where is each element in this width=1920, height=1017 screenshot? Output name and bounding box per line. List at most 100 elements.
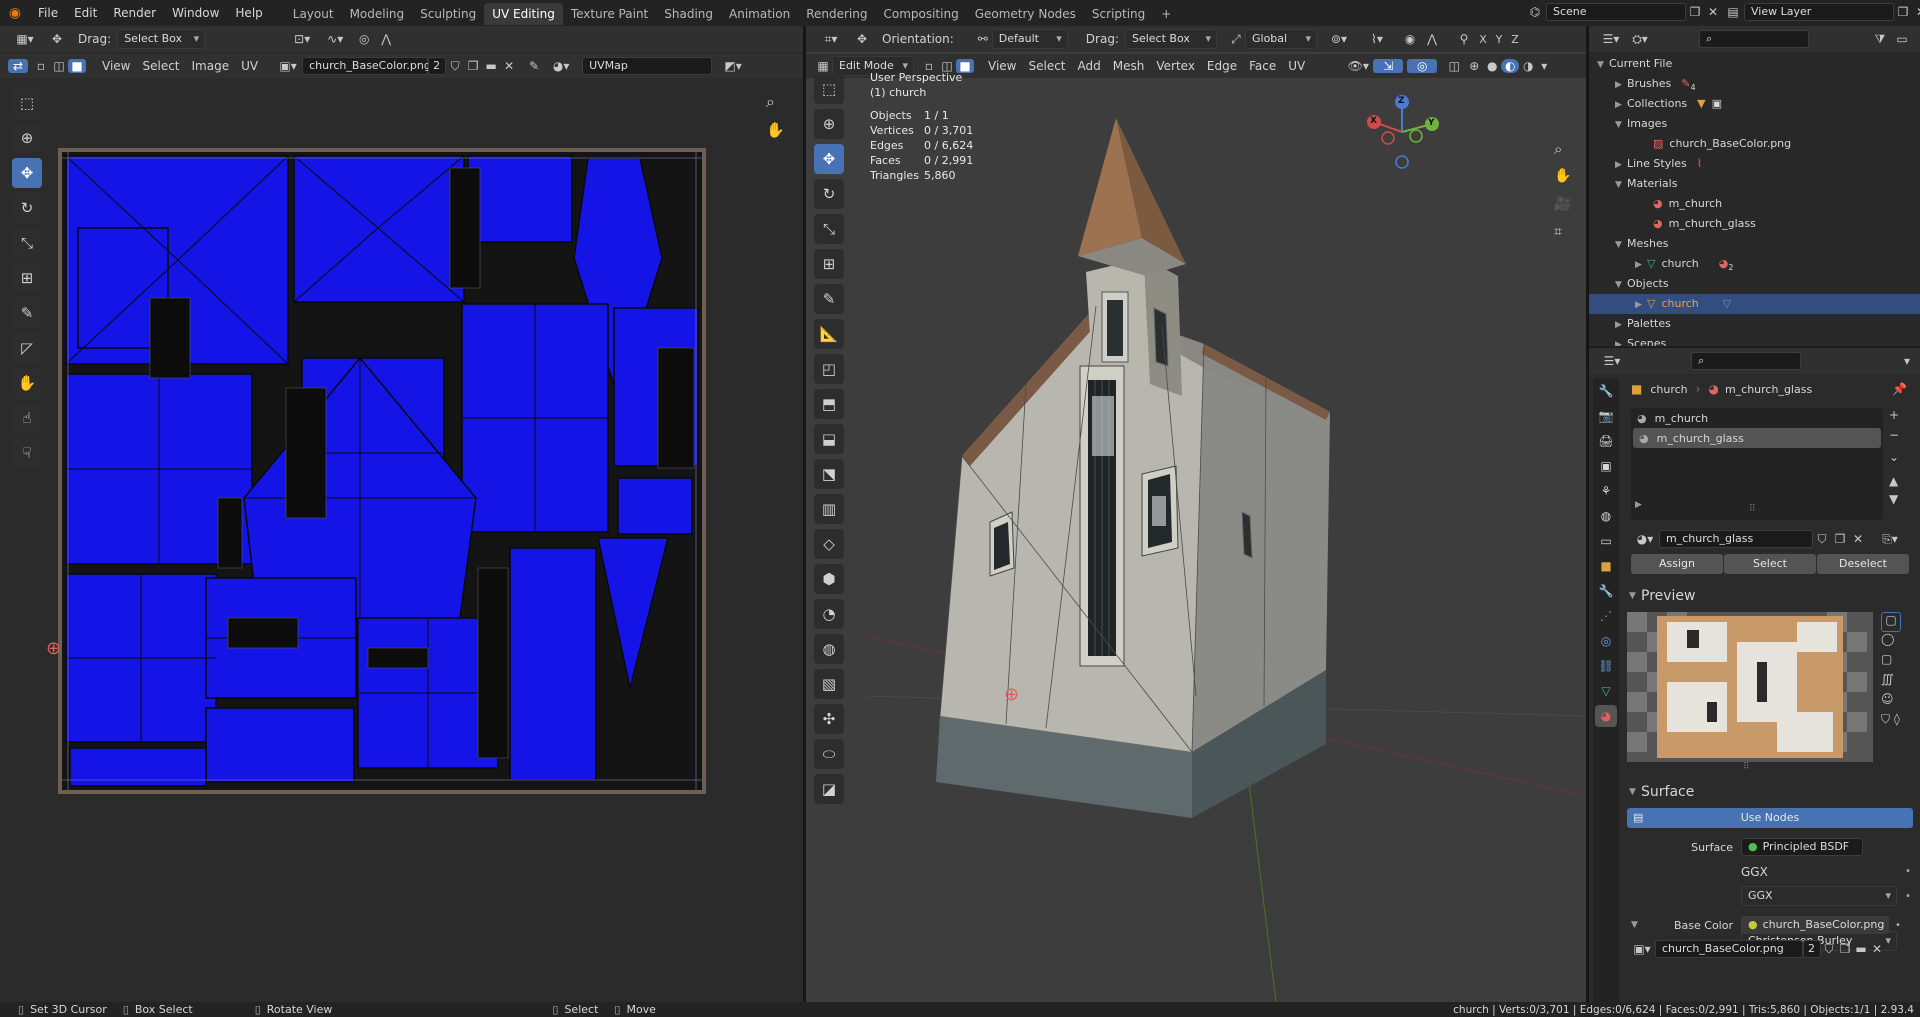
- outliner-row-brushes[interactable]: ▶ Brushes ✎4: [1589, 74, 1920, 94]
- render-tab-icon[interactable]: 📷: [1595, 405, 1617, 427]
- view-layer-icon[interactable]: ▤: [1722, 5, 1744, 19]
- preview-cube-icon[interactable]: ▢: [1881, 652, 1892, 672]
- outliner-search-input[interactable]: ⌕: [1699, 30, 1809, 48]
- texture-browse-icon[interactable]: ▣▾: [1629, 942, 1655, 956]
- tab-geometry-nodes[interactable]: Geometry Nodes: [967, 3, 1084, 25]
- vp-shear-tool[interactable]: ⬭: [814, 739, 844, 769]
- remove-slot-icon[interactable]: −: [1889, 428, 1899, 450]
- texture-open-icon[interactable]: ▬: [1853, 942, 1869, 956]
- texture-unlink-icon[interactable]: ✕: [1869, 942, 1885, 956]
- base-color-field[interactable]: ● church_BaseColor.png: [1741, 916, 1889, 934]
- vp-annotate-tool[interactable]: ✎: [814, 284, 844, 314]
- outliner-row-objects[interactable]: ▼ Objects: [1589, 274, 1920, 294]
- new-scene-icon[interactable]: ❐: [1686, 5, 1704, 19]
- viewport-menu-select[interactable]: Select: [1022, 56, 1071, 76]
- display-mode-icon[interactable]: ⛭▾: [1625, 32, 1655, 47]
- modifier-tab-icon[interactable]: 🔧: [1595, 580, 1617, 602]
- shading-solid-icon[interactable]: ●: [1483, 59, 1501, 73]
- outliner-row-collections[interactable]: ▶ Collections ▼ ▣: [1589, 94, 1920, 114]
- vp-select-box-tool[interactable]: ⬚: [814, 74, 844, 104]
- mirror-z-toggle[interactable]: Z: [1507, 33, 1523, 46]
- material-fake-user-icon[interactable]: ⛉: [1813, 532, 1831, 547]
- outliner-row-mesh-church[interactable]: ▶ ▽ church ◕2: [1589, 254, 1920, 274]
- pin-icon[interactable]: ✎: [522, 59, 546, 73]
- preview-fluid-icon[interactable]: ◊: [1894, 712, 1900, 732]
- use-nodes-button[interactable]: ▤ Use Nodes: [1627, 808, 1913, 828]
- preview-sphere-icon[interactable]: ◯: [1881, 632, 1894, 652]
- annotate-tool[interactable]: ✎: [12, 298, 42, 328]
- scene-tab-icon[interactable]: ⚘: [1595, 480, 1617, 502]
- vp-scale-tool[interactable]: ⤡: [814, 214, 844, 244]
- viewport-transform-icon[interactable]: ✥: [848, 32, 876, 46]
- vp-bevel-tool[interactable]: ⬔: [814, 459, 844, 489]
- vp-smooth-tool[interactable]: ◍: [814, 634, 844, 664]
- vp-inset-tool[interactable]: ⬓: [814, 424, 844, 454]
- material-slot-glass[interactable]: ◕ m_church_glass: [1633, 428, 1881, 448]
- outliner-row-images[interactable]: ▼ Images: [1589, 114, 1920, 134]
- menu-edit[interactable]: Edit: [66, 0, 105, 26]
- vp-rotate-tool[interactable]: ↻: [814, 179, 844, 209]
- texture-fake-user-icon[interactable]: ⛉: [1821, 942, 1837, 957]
- visibility-icon[interactable]: 👁▾: [1343, 59, 1373, 73]
- viewport-menu-view[interactable]: View: [982, 56, 1022, 76]
- deselect-button[interactable]: Deselect: [1817, 554, 1909, 574]
- church-mesh[interactable]: [866, 76, 1586, 1002]
- menu-help[interactable]: Help: [227, 0, 270, 26]
- outliner-row-palettes[interactable]: ▶ Palettes: [1589, 314, 1920, 334]
- display-channels-icon[interactable]: ◩▾: [718, 59, 748, 73]
- pivot-point-icon[interactable]: ⊚▾: [1323, 32, 1355, 46]
- outliner-row-meshes[interactable]: ▼ Meshes: [1589, 234, 1920, 254]
- outliner-row-material-glass[interactable]: ◕ m_church_glass: [1589, 214, 1920, 234]
- uv-overlay-icon[interactable]: ◕▾: [546, 59, 576, 73]
- base-color-collapse-icon[interactable]: ▼: [1631, 920, 1643, 930]
- uv-map-canvas[interactable]: [58, 148, 706, 794]
- add-slot-icon[interactable]: +: [1889, 408, 1899, 428]
- viewport-drag-dropdown[interactable]: Select Box: [1124, 29, 1217, 49]
- output-tab-icon[interactable]: 🖨: [1595, 430, 1617, 452]
- texture-users-count[interactable]: 2: [1803, 940, 1821, 958]
- xray-icon[interactable]: ◫: [1443, 59, 1465, 73]
- 3d-cursor-icon[interactable]: ⊕: [1004, 684, 1019, 705]
- viewport-menu-edge[interactable]: Edge: [1201, 56, 1243, 76]
- vp-edge-slide-tool[interactable]: ▧: [814, 669, 844, 699]
- view-layer-field[interactable]: View Layer: [1744, 3, 1894, 21]
- surface-shader-field[interactable]: ● Principled BSDF: [1741, 838, 1863, 856]
- pan-hand-icon[interactable]: ✋: [766, 121, 785, 139]
- menu-render[interactable]: Render: [105, 0, 164, 26]
- tab-texture-paint[interactable]: Texture Paint: [563, 3, 656, 25]
- delete-scene-icon[interactable]: ✕: [1704, 5, 1722, 19]
- uv-2d-cursor-icon[interactable]: ⊕: [46, 638, 61, 659]
- unlink-image-icon[interactable]: ✕: [500, 59, 518, 73]
- editor-type-icon[interactable]: ▦▾: [8, 32, 42, 46]
- viewport-menu-mesh[interactable]: Mesh: [1107, 56, 1151, 76]
- viewport-menu-add[interactable]: Add: [1072, 56, 1107, 76]
- material-name-field[interactable]: m_church_glass: [1659, 530, 1813, 548]
- list-expand-icon[interactable]: ▶: [1635, 500, 1642, 510]
- select-button[interactable]: Select: [1724, 554, 1816, 574]
- outliner-row-material-church[interactable]: ◕ m_church: [1589, 194, 1920, 214]
- outliner-row-image-file[interactable]: ▨ church_BaseColor.png: [1589, 134, 1920, 154]
- outliner-editor-type-icon[interactable]: ☰▾: [1597, 32, 1625, 46]
- tab-uv-editing[interactable]: UV Editing: [484, 3, 563, 25]
- preview-panel-header[interactable]: ▼ Preview: [1625, 584, 1920, 608]
- vp-loop-cut-tool[interactable]: ▥: [814, 494, 844, 524]
- slot-specials-icon[interactable]: ⌄: [1889, 450, 1899, 474]
- tab-sculpting[interactable]: Sculpting: [412, 3, 484, 25]
- tab-rendering[interactable]: Rendering: [798, 3, 875, 25]
- material-tab-icon[interactable]: ◕: [1595, 705, 1617, 727]
- vp-knife-tool[interactable]: ◇: [814, 529, 844, 559]
- fake-user-icon[interactable]: ⛉: [446, 59, 464, 74]
- new-image-icon[interactable]: ❐: [464, 59, 482, 73]
- move-tool[interactable]: ✥: [12, 158, 42, 188]
- list-resize-handle[interactable]: ⠿: [1749, 504, 1756, 514]
- viewport-menu-uv[interactable]: UV: [1282, 56, 1311, 76]
- assign-button[interactable]: Assign: [1631, 554, 1723, 574]
- tab-modeling[interactable]: Modeling: [342, 3, 413, 25]
- drag-select-dropdown[interactable]: Select Box: [117, 29, 206, 49]
- image-browse-icon[interactable]: ▣▾: [274, 59, 302, 73]
- particles-tab-icon[interactable]: ⋰: [1595, 605, 1617, 627]
- viewport-snap-icon[interactable]: ⌇▾: [1355, 32, 1399, 46]
- select-box-tool[interactable]: ⬚: [12, 88, 42, 118]
- physics-tab-icon[interactable]: ◎: [1595, 630, 1617, 652]
- vp-cursor-tool[interactable]: ⊕: [814, 109, 844, 139]
